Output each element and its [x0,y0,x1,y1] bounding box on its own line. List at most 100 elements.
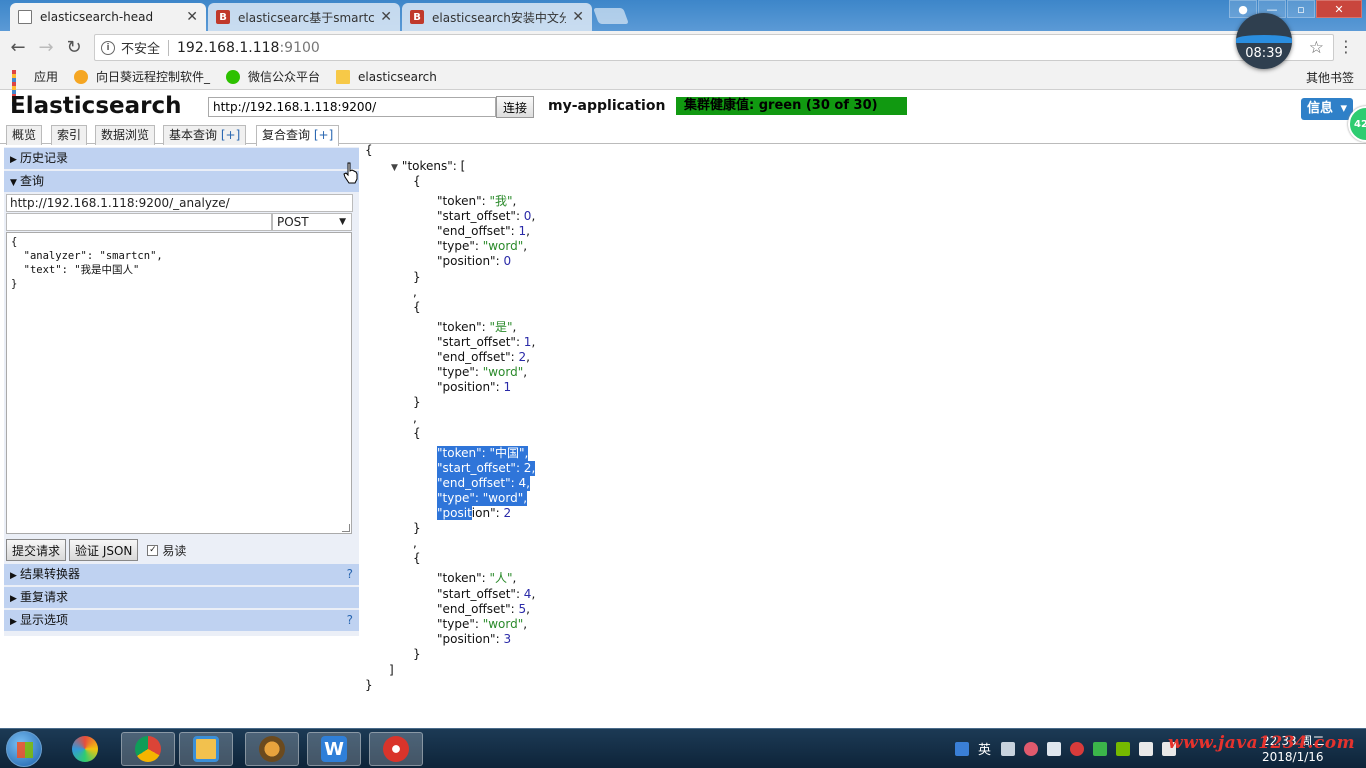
bookmarks-bar: 应用 向日葵远程控制软件_ 微信公众平台 elasticsearch 其他书签 [0,64,1366,106]
json-field-position: "position": 3 [437,631,512,646]
result-transformer-header[interactable]: ▶ 结果转换器 ? [4,564,359,585]
bookmark-apps[interactable]: 应用 [12,68,58,106]
json-field-type: "type": "word", [437,239,528,254]
query-section-header[interactable]: ▼ 查询 [4,171,359,192]
json-tokens-key: ▼ "tokens": [ [391,159,466,173]
address-bar[interactable]: i 不安全 192.168.1.118:9100 [94,34,1334,61]
query-path-input[interactable] [6,213,272,231]
ime-indicator[interactable]: 英 [978,739,991,758]
other-bookmarks[interactable]: 其他书签 [1298,69,1354,86]
baidu-icon: B [410,10,424,24]
json-field-start-offset: "start_offset": 1, [437,334,536,349]
json-field-position: "position": 1 [437,380,512,395]
back-button[interactable]: ← [4,34,32,62]
network-icon[interactable] [1047,741,1062,756]
antivirus-icon[interactable] [1070,741,1085,756]
gpu-icon[interactable] [1116,741,1131,756]
tab-title: elasticsearch安装中文分 [432,10,567,25]
menu-icon[interactable]: ⋮ [1338,37,1354,56]
close-window-button[interactable]: ✕ [1316,0,1362,18]
browser-tabstrip: elasticsearch-head ✕ B elasticsearc基于sma… [0,0,1366,31]
help-icon[interactable]: ? [347,564,353,585]
page-icon [18,10,32,24]
json-comma: , [413,536,417,551]
resize-handle[interactable] [342,524,350,532]
pretty-checkbox[interactable]: ✓ [147,544,159,556]
tab-compound-query[interactable]: 复合查询 [+] [256,125,340,146]
json-field-end-offset: "end_offset": 2, [437,350,530,365]
tab-chinese-analyzer[interactable]: B elasticsearch安装中文分 ✕ [402,3,592,31]
repeat-request-header[interactable]: ▶ 重复请求 [4,587,359,608]
w-letter-icon: W [321,736,347,762]
json-field-token: "token": "是", [437,319,517,334]
search-icon[interactable] [955,741,969,756]
signal-icon[interactable] [1001,741,1016,756]
display-options-header[interactable]: ▶ 显示选项 ? [4,610,359,631]
windows-taskbar: W 英 22:33 周二 2018/1/16 [0,728,1366,768]
json-object-close: } [413,646,421,661]
triangle-right-icon: ▶ [10,617,17,627]
maximize-button[interactable]: ▫ [1287,0,1315,18]
start-button[interactable] [6,731,42,767]
tab-title: elasticsearc基于smartc [238,10,375,25]
json-field-end-offset: "end_offset": 4, [437,475,530,491]
reload-button[interactable]: ↻ [60,34,88,62]
wechat-icon [226,69,241,84]
json-object-close: } [413,521,421,536]
clock-time: 08:39 [1245,46,1283,61]
shield-icon[interactable] [1093,741,1108,756]
tab-title: elasticsearch-head [40,10,154,24]
taskbar-app-explorer[interactable] [179,732,233,766]
bookmark-sunflower[interactable]: 向日葵远程控制软件_ [74,68,210,85]
taskbar-app-photos[interactable] [58,732,112,766]
triangle-right-icon: ▶ [10,594,17,604]
close-icon[interactable]: ✕ [186,9,198,25]
bookmark-wechat[interactable]: 微信公众平台 [226,68,320,85]
taskbar-app-eclipse[interactable] [245,732,299,766]
submit-request-button[interactable]: 提交请求 [6,539,67,561]
url-port: :9100 [279,39,320,56]
taskbar-app-wps[interactable]: W [307,732,361,766]
es-tab-bar: 概览 索引 数据浏览 基本查询 [+] 复合查询 [+] [0,124,1366,146]
system-tray: 英 [955,739,1185,758]
flower-icon[interactable] [1024,741,1039,756]
folder-icon [193,736,219,762]
bookmark-elasticsearch[interactable]: elasticsearch [336,69,437,84]
request-body-textarea[interactable]: { "analyzer": "smartcn", "text": "我是中国人"… [6,232,352,534]
baidu-icon: B [216,10,230,24]
json-object-open: { [413,551,421,566]
info-icon[interactable]: i [101,40,115,55]
forward-button[interactable]: → [32,34,60,62]
new-tab-button[interactable] [593,8,629,24]
query-actions: 提交请求 验证 JSON ✓ 易读 [6,539,186,561]
http-method-select[interactable]: POST ▼ [272,213,352,231]
help-icon[interactable]: ? [347,610,353,631]
tab-elasticsearch-head[interactable]: elasticsearch-head ✕ [10,3,206,31]
history-section-header[interactable]: ▶ 历史记录 [4,148,359,169]
info-dropdown-button[interactable]: 信息 [1301,98,1354,120]
es-header: Elasticsearch 连接 my-application 集群健康值: g… [0,91,1366,121]
json-object-open: { [413,425,421,440]
floating-clock-widget[interactable]: 08:39 [1236,13,1292,69]
query-url-input[interactable]: http://192.168.1.118:9200/_analyze/ [6,194,353,212]
watermark-text: www.java1234.com [1168,733,1356,753]
bookmark-star-icon[interactable]: ☆ [1309,38,1324,58]
json-field-start-offset: "start_offset": 0, [437,209,536,224]
battery-icon[interactable] [1139,741,1154,756]
connect-button[interactable]: 连接 [496,96,535,118]
close-icon[interactable]: ✕ [572,9,584,25]
taskbar-app-recorder[interactable] [369,732,423,766]
collapse-triangle-icon: ▼ [391,163,398,173]
taskbar-app-chrome[interactable] [121,732,175,766]
json-object-close: } [413,269,421,284]
close-icon[interactable]: ✕ [380,9,392,25]
cluster-url-input[interactable] [208,97,496,117]
validate-json-button[interactable]: 验证 JSON [69,539,139,561]
tab-browser[interactable]: 数据浏览 [95,125,156,145]
tab-basic-query[interactable]: 基本查询 [+] [163,125,247,145]
folder-icon [336,69,351,84]
tab-smartcn[interactable]: B elasticsearc基于smartc ✕ [208,3,400,31]
tab-overview[interactable]: 概览 [6,125,43,145]
bookmark-label: 微信公众平台 [248,70,321,84]
tab-indices[interactable]: 索引 [51,125,88,145]
